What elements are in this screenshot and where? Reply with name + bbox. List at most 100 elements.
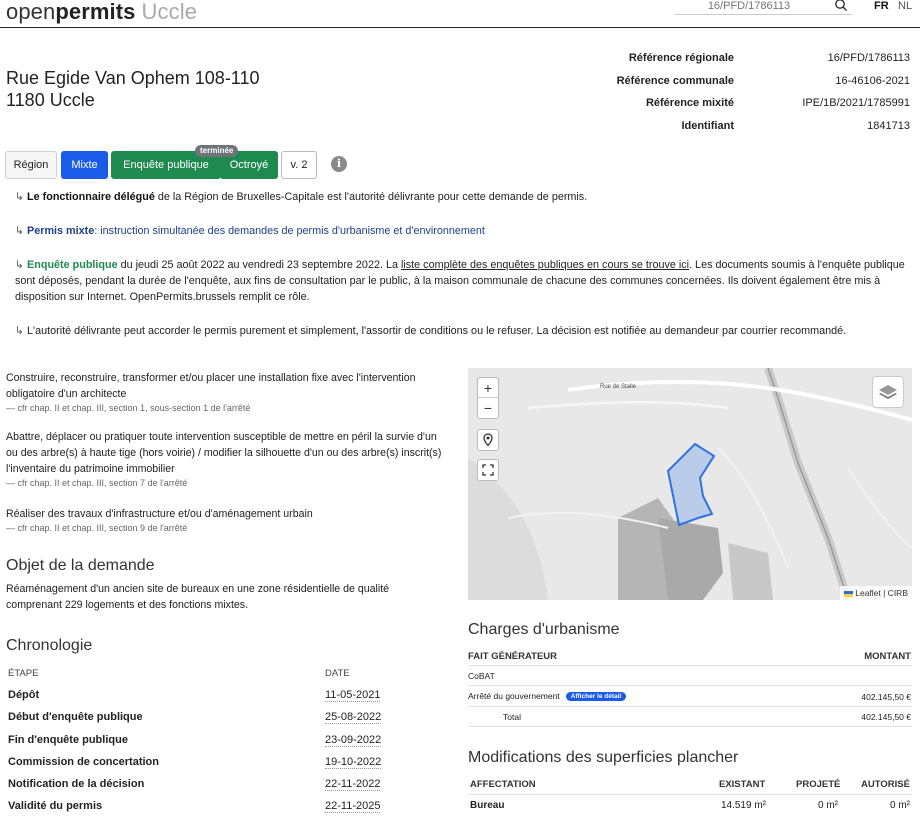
terminee-badge: terminée — [195, 145, 239, 157]
chrono-step: Début d'enquête publique — [8, 711, 143, 723]
chrono-date[interactable]: 23-09-2022 — [325, 734, 382, 747]
search-input[interactable] — [674, 0, 824, 13]
ref-value: 16/PFD/1786113 — [827, 52, 910, 64]
brand-permits: permits — [55, 0, 136, 24]
arrow-icon: ↳ — [15, 325, 25, 337]
info-icon[interactable]: i — [331, 156, 347, 172]
notice-decision: ↳ L'autorité délivrante peut accorder le … — [15, 323, 905, 339]
attribution-text: Leaflet | CIRB — [855, 588, 908, 598]
notice-text: : instruction simultanée des demandes de… — [94, 225, 485, 237]
chrono-row: Début d'enquête publique 25-08-2022 — [8, 711, 384, 733]
charges-arrete-amount: 402.145,50 € — [861, 692, 911, 702]
notice-bold: Enquête publique — [27, 259, 118, 271]
chrono-step: Notification de la décision — [8, 778, 145, 790]
lang-fr-link[interactable]: FR — [874, 0, 889, 12]
chrono-date[interactable]: 19-10-2022 — [325, 756, 382, 769]
search-icon[interactable] — [834, 0, 848, 12]
address-city: 1180 Uccle — [6, 90, 95, 110]
permit-item: Réaliser des travaux d'infrastructure et… — [6, 506, 446, 534]
chrono-date[interactable]: 11-05-2021 — [325, 689, 381, 702]
zoom-in-button[interactable]: + — [478, 378, 498, 398]
zoom-controls: + − — [477, 377, 499, 419]
item-text: Construire, reconstruire, transformer et… — [6, 372, 416, 400]
charges-total-amount: 402.145,50 € — [861, 712, 911, 722]
zoom-out-button[interactable]: − — [478, 398, 498, 418]
map-attribution[interactable]: Leaflet | CIRB — [840, 586, 912, 600]
chrono-date[interactable]: 22-11-2025 — [325, 800, 381, 813]
version-button[interactable]: v. 2 — [281, 151, 317, 179]
chrono-row: Fin d'enquête publique 23-09-2022 — [8, 734, 384, 756]
arrow-icon: ↳ — [15, 225, 25, 237]
divider — [468, 665, 912, 666]
superficies-row-existant: 14.519 m² — [720, 800, 766, 811]
superficies-section: Modifications des superficies plancher — [468, 749, 912, 767]
region-button[interactable]: Région — [5, 151, 57, 179]
item-text: Réaliser des travaux d'infrastructure et… — [6, 508, 313, 520]
map-tiles: Rue de Stalle — [468, 368, 912, 600]
search-box — [674, 0, 852, 15]
ref-value: 1841713 — [867, 119, 910, 132]
charges-col-montant: MONTANT — [864, 651, 911, 662]
chrono-step: Commission de concertation — [8, 756, 159, 768]
charges-cobat: CoBAT — [468, 671, 495, 681]
superficies-col-projete: PROJETÉ — [796, 779, 841, 790]
brand-open: open — [6, 0, 56, 24]
item-text: Abattre, déplacer ou pratiquer toute int… — [6, 431, 442, 475]
lang-nl-link[interactable]: NL — [898, 0, 912, 12]
divider — [468, 685, 912, 686]
charges-section: Charges d'urbanisme — [468, 621, 912, 639]
divider — [468, 726, 912, 727]
notice-mixte: ↳ Permis mixte: instruction simultanée de… — [15, 223, 905, 239]
chrono-col-date: DATE — [325, 668, 350, 679]
permit-item: Abattre, déplacer ou pratiquer toute int… — [6, 429, 446, 489]
arrow-icon: ↳ — [15, 191, 25, 203]
fullscreen-icon — [482, 464, 494, 476]
objet-text: Réaménagement d'un ancien site de bureau… — [6, 583, 390, 611]
ref-label: Identifiant — [681, 119, 734, 132]
divider — [468, 706, 912, 707]
item-cite: — cfr chap. II et chap. III, section 9 d… — [6, 523, 188, 533]
enquetes-list-link[interactable]: liste complète des enquêtes publiques en… — [401, 259, 689, 271]
charges-col-fait: FAIT GÉNÉRATEUR — [468, 651, 558, 662]
show-detail-button[interactable]: Afficher le détail — [565, 692, 627, 702]
references-panel: Référence régionale 16/PFD/1786113 Référ… — [560, 52, 912, 142]
map-view[interactable]: Rue de Stalle + − Leaflet | CIRB — [468, 368, 912, 600]
ref-row-communale: Référence communale 16-46106-2021 — [560, 75, 912, 98]
chrono-col-step: ÉTAPE — [8, 668, 39, 679]
brand-logo[interactable]: openpermits Uccle — [6, 0, 197, 25]
superficies-col-autorise: AUTORISÉ — [861, 779, 910, 790]
ref-row-identifiant: Identifiant 1841713 — [560, 120, 912, 143]
brand-city: Uccle — [141, 0, 198, 24]
top-bar: openpermitsUccle FR NL — [0, 0, 920, 28]
notice-fonctionnaire: ↳ Le fonctionnaire délégué de la Région d… — [15, 189, 905, 205]
chrono-step: Fin d'enquête publique — [8, 734, 128, 746]
notice-text: L'autorité délivrante peut accorder le p… — [27, 325, 847, 337]
address-street: Rue Egide Van Ophem 108-110 — [6, 68, 260, 88]
notice-text: de la Région de Bruxelles-Capitale est l… — [154, 191, 588, 203]
location-pin-icon — [483, 433, 493, 447]
notice-bold: Permis mixte — [27, 225, 95, 237]
superficies-title: Modifications des superficies plancher — [468, 749, 739, 766]
ref-label: Référence régionale — [628, 52, 734, 64]
chrono-heading: Chronologie — [6, 637, 93, 654]
chrono-date[interactable]: 25-08-2022 — [325, 711, 382, 724]
chrono-row: Commission de concertation 19-10-2022 — [8, 756, 384, 778]
mixte-button[interactable]: Mixte — [61, 151, 108, 179]
ref-label: Référence communale — [616, 74, 734, 87]
chrono-step: Dépôt — [8, 689, 40, 701]
chrono-row: Notification de la décision 22-11-2022 — [8, 778, 384, 800]
chrono-date[interactable]: 22-11-2022 — [325, 778, 381, 791]
flag-icon — [844, 590, 854, 597]
notice-enquete: ↳ Enquête publique du jeudi 25 août 2022 … — [15, 257, 905, 305]
address-title: Rue Egide Van Ophem 108-110 1180 Uccle — [6, 67, 260, 111]
item-cite: — cfr chap. II et chap. III, section 7 d… — [6, 478, 188, 488]
divider — [468, 794, 912, 795]
layers-button[interactable] — [872, 376, 904, 408]
item-cite: — cfr chap. II et chap. III, section 1, … — [6, 403, 251, 413]
locate-button[interactable] — [477, 429, 499, 451]
superficies-row-label: Bureau — [470, 800, 505, 811]
ref-value: IPE/1B/2021/1785991 — [802, 97, 910, 109]
arrow-icon: ↳ — [15, 259, 25, 271]
fullscreen-button[interactable] — [477, 459, 499, 481]
chrono-title: Chronologie — [6, 637, 446, 655]
